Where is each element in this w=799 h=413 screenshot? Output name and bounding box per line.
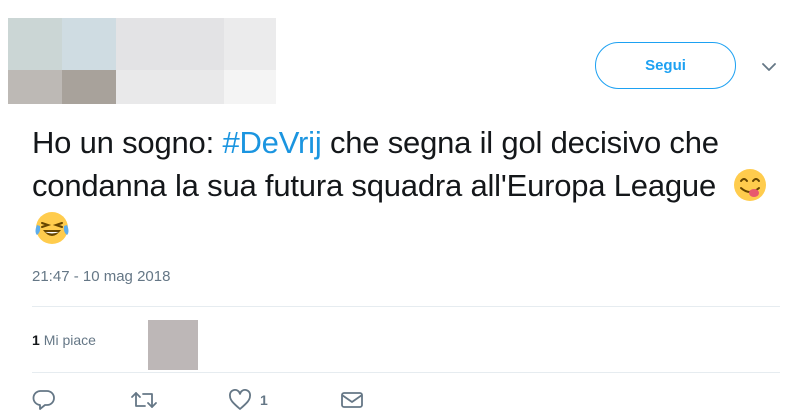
tweet-text: Ho un sogno: #DeVrij che segna il gol de…: [32, 121, 772, 250]
like-button[interactable]: 1: [228, 389, 340, 411]
face-savoring-food-emoji: [734, 169, 767, 201]
divider: [32, 306, 780, 307]
chevron-down-icon: [762, 62, 776, 71]
tweet-header: Segui: [0, 0, 799, 112]
likes-label: Mi piace: [43, 332, 96, 348]
reply-button[interactable]: [32, 389, 130, 411]
envelope-icon: [341, 392, 363, 408]
follow-button[interactable]: Segui: [595, 42, 736, 89]
hashtag-link[interactable]: #DeVrij: [222, 125, 321, 160]
direct-message-button[interactable]: [340, 390, 400, 410]
tweet-actions: 1: [32, 386, 400, 413]
more-options-caret[interactable]: [758, 56, 780, 78]
follow-button-label: Segui: [645, 57, 686, 74]
likes-summary[interactable]: 1 Mi piace: [32, 320, 96, 360]
tweet-text-part: Ho un sogno:: [32, 125, 223, 160]
reply-icon: [32, 390, 55, 410]
divider: [32, 372, 780, 373]
retweet-icon: [131, 392, 157, 408]
likes-count: 1: [32, 332, 40, 348]
retweet-button[interactable]: [130, 389, 228, 411]
liker-avatar[interactable]: [148, 320, 198, 370]
heart-icon: [229, 389, 251, 410]
like-count: 1: [260, 392, 268, 408]
face-with-tears-of-joy-emoji: [35, 212, 69, 244]
user-avatar-and-name-pixelated[interactable]: [8, 18, 276, 104]
tweet-timestamp[interactable]: 21:47 - 10 mag 2018: [32, 268, 170, 285]
